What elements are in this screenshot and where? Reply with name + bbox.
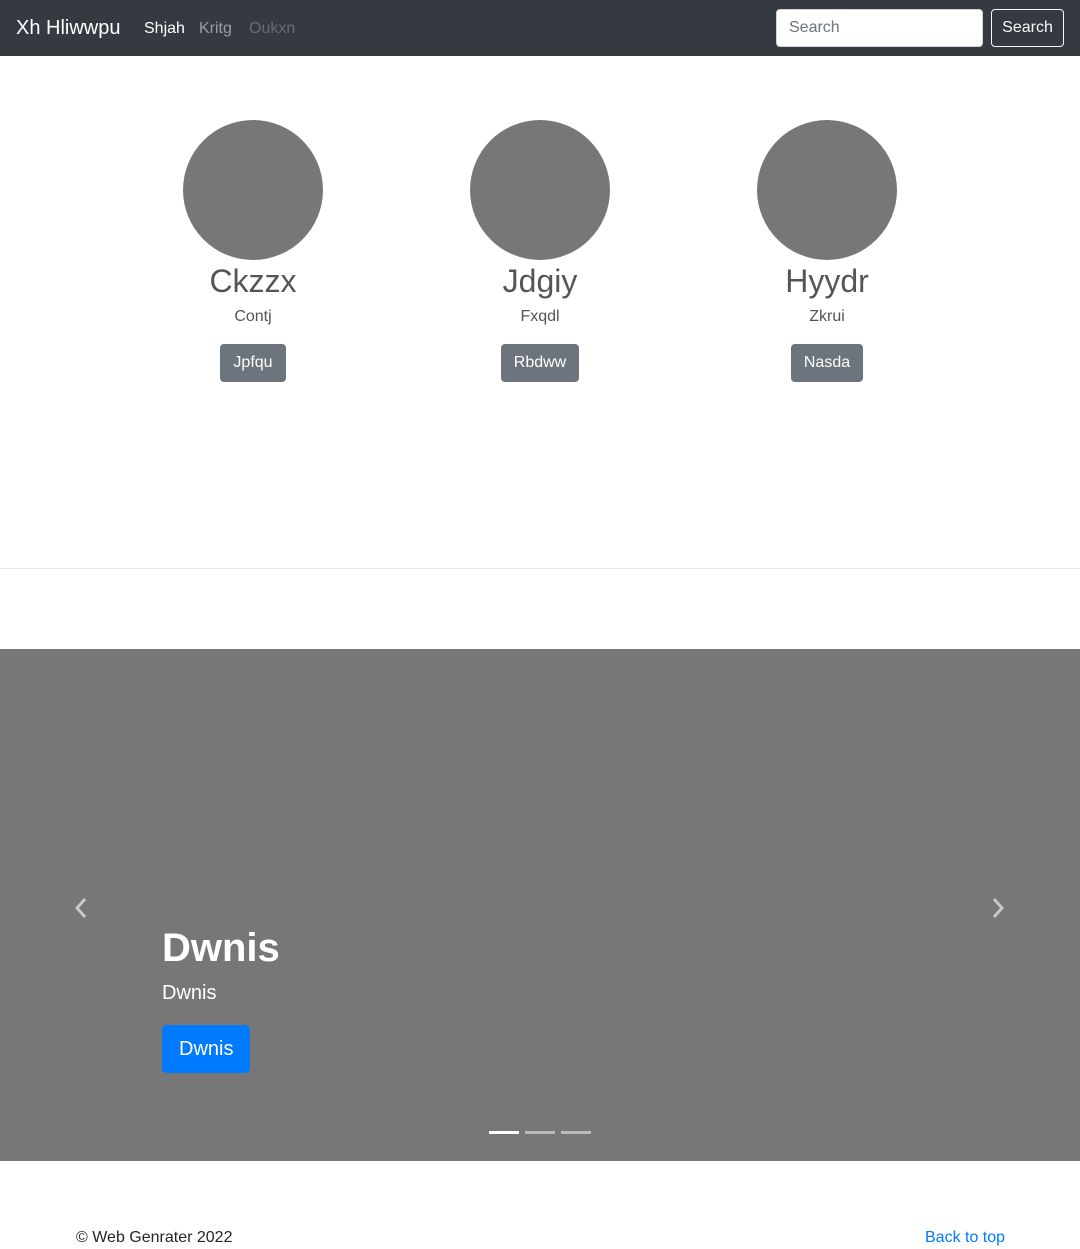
chevron-right-icon[interactable] xyxy=(983,893,1013,923)
profile-name: Ckzzx xyxy=(209,263,297,299)
profile-button[interactable]: Jpfqu xyxy=(220,344,286,382)
profile-button[interactable]: Rbdww xyxy=(500,344,580,382)
back-to-top-link[interactable]: Back to top xyxy=(925,1227,1005,1249)
profile-subtitle: Zkrui xyxy=(809,308,845,325)
carousel-caption-text: Dwnis xyxy=(162,982,217,1004)
profile-card: Jdgiy Fxqdl Rbdww xyxy=(440,120,640,382)
section-divider xyxy=(0,568,1080,569)
carousel-indicator-2[interactable] xyxy=(525,1131,555,1134)
search-button[interactable]: Search xyxy=(991,9,1064,47)
carousel: Dwnis Dwnis Dwnis xyxy=(0,649,1080,1161)
profile-subtitle: Fxqdl xyxy=(520,308,560,325)
profile-card: Hyydr Zkrui Nasda xyxy=(727,120,927,382)
nav-link-shjah[interactable]: Shjah xyxy=(144,17,185,41)
nav-link-kritg[interactable]: Kritg xyxy=(199,17,232,41)
avatar xyxy=(183,120,323,260)
footer-copyright: © Web Genrater 2022 xyxy=(76,1229,233,1246)
nav-link-oukxn: Oukxn xyxy=(249,20,296,37)
profile-button[interactable]: Nasda xyxy=(790,344,864,382)
avatar xyxy=(757,120,897,260)
avatar xyxy=(470,120,610,260)
carousel-indicator-3[interactable] xyxy=(561,1131,591,1134)
navbar: Xh Hliwwpu Shjah Kritg Oukxn Search xyxy=(0,0,1080,56)
profile-subtitle: Contj xyxy=(234,308,272,325)
profile-name: Hyydr xyxy=(785,263,869,299)
carousel-indicator-1[interactable] xyxy=(489,1131,519,1134)
profile-name: Jdgiy xyxy=(502,263,578,299)
brand-link[interactable]: Xh Hliwwpu xyxy=(16,14,120,42)
search-input[interactable] xyxy=(776,9,983,47)
carousel-caption-button[interactable]: Dwnis xyxy=(162,1025,251,1073)
profile-card: Ckzzx Contj Jpfqu xyxy=(153,120,353,382)
carousel-caption-title: Dwnis xyxy=(162,926,280,970)
chevron-left-icon[interactable] xyxy=(66,893,96,923)
